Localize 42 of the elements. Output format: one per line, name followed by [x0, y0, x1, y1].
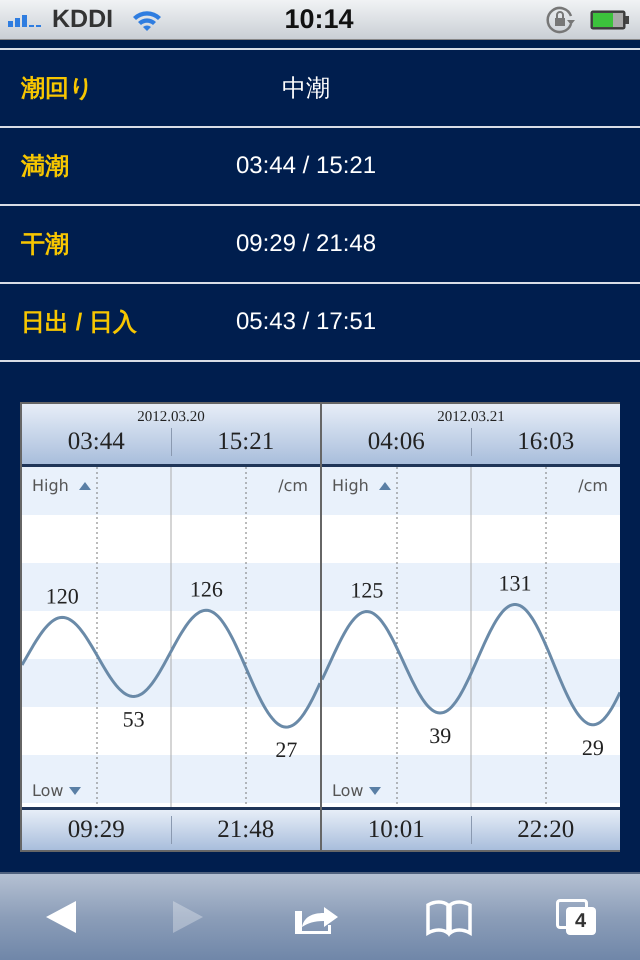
carrier-name: KDDI	[52, 5, 114, 34]
clock-time: 10:14	[284, 4, 354, 35]
unit-label: /cm	[278, 476, 308, 495]
high-tide-time: 03:44	[66, 428, 126, 456]
row-value: 09:29 / 21:48	[234, 230, 378, 258]
high-label: High	[32, 476, 69, 495]
row-label: 日出 / 日入	[21, 308, 138, 338]
tide-level-label: 126	[190, 576, 223, 602]
row-label: 潮回り	[21, 74, 95, 104]
down-triangle-icon	[69, 787, 81, 795]
tide-level-label: 39	[429, 722, 452, 748]
high-tide-time: 04:06	[366, 428, 426, 456]
tide-level-label: 29	[582, 734, 604, 760]
unit-label: /cm	[578, 476, 608, 495]
signal-icon	[8, 12, 44, 26]
tide-level-label: 53	[122, 706, 145, 732]
high-tide-time: 15:21	[170, 428, 320, 456]
low-tide-time: 22:20	[470, 816, 620, 844]
row-label: 干潮	[21, 230, 70, 260]
chart-date: 2012.03.21	[437, 409, 505, 426]
tide-level-label: 120	[46, 583, 79, 608]
tide-level-label: 27	[275, 737, 298, 762]
high-label: High	[332, 476, 369, 495]
low-tide-time: 10:01	[366, 816, 426, 844]
up-triangle-icon	[379, 482, 391, 490]
row-value: 中潮	[281, 74, 331, 104]
low-label: Low	[32, 781, 64, 800]
up-triangle-icon	[79, 482, 91, 490]
high-tide-time: 16:03	[470, 428, 620, 456]
chart-date: 2012.03.20	[137, 409, 205, 426]
tabs-button[interactable]: 4	[554, 895, 602, 939]
low-tide-time: 09:29	[66, 816, 126, 844]
down-triangle-icon	[369, 787, 381, 795]
row-value: 03:44 / 15:21	[234, 152, 378, 180]
low-label: Low	[332, 781, 364, 800]
low-tide-time: 21:48	[170, 816, 320, 844]
rotation-lock-icon	[544, 4, 576, 36]
tide-level-label: 131	[498, 570, 532, 596]
battery-icon	[590, 10, 630, 30]
row-value: 05:43 / 17:51	[234, 308, 378, 336]
tide-level-label: 125	[350, 578, 384, 602]
row-label: 満潮	[21, 152, 70, 182]
